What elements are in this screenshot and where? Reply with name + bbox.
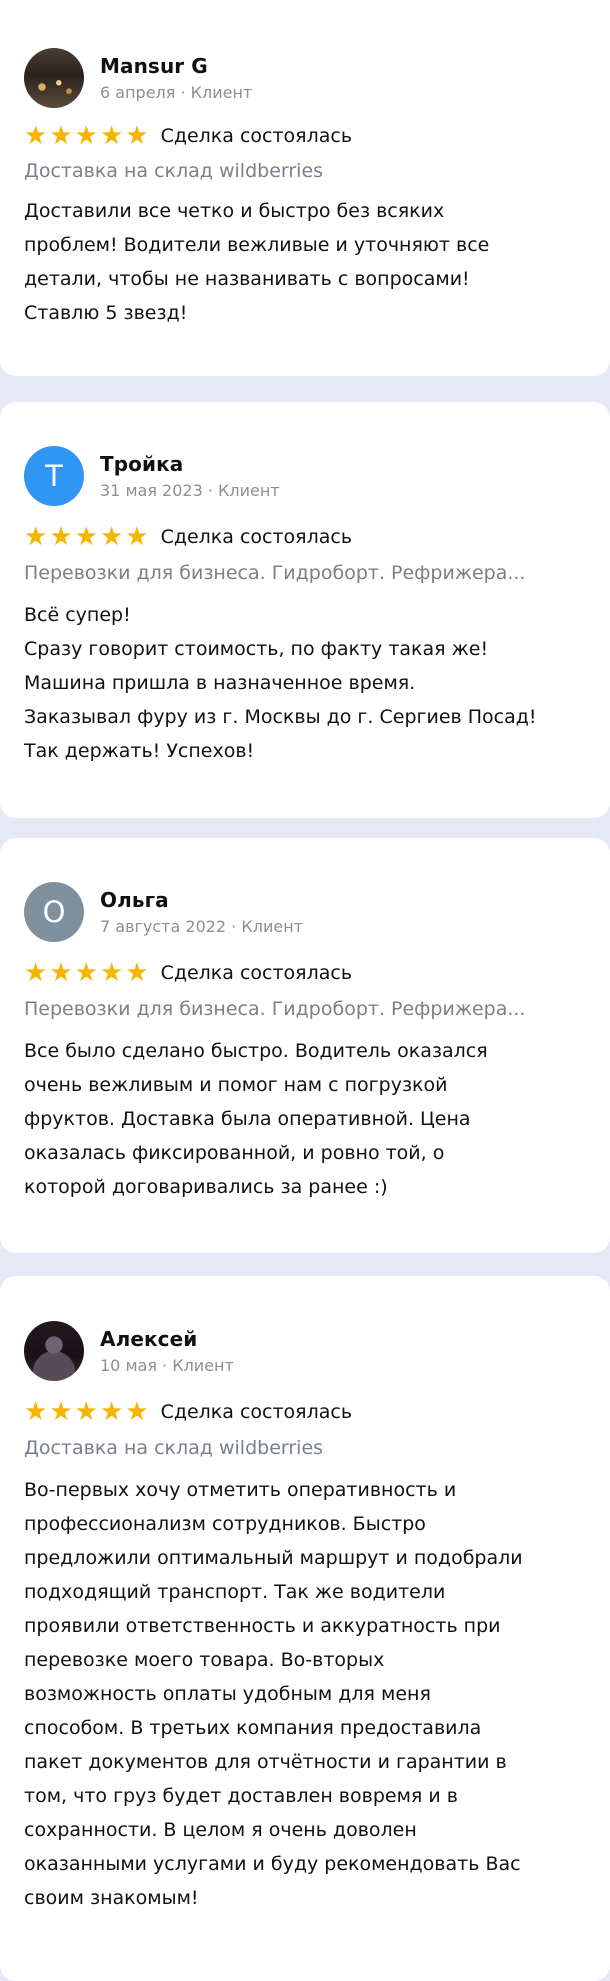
review-header: Алексей 10 мая · Клиент bbox=[24, 1321, 234, 1381]
author-meta: Алексей 10 мая · Клиент bbox=[100, 1327, 234, 1375]
review-header: Т Тройка 31 мая 2023 · Клиент bbox=[24, 446, 280, 506]
star-icon: ★ bbox=[49, 958, 73, 988]
review-date: 31 мая 2023 · Клиент bbox=[100, 481, 280, 500]
star-rating: ★ ★ ★ ★ ★ bbox=[24, 960, 149, 986]
author-meta: Тройка 31 мая 2023 · Клиент bbox=[100, 452, 280, 500]
review-date: 6 апреля · Клиент bbox=[100, 83, 253, 102]
review-header: Mansur G 6 апреля · Клиент bbox=[24, 48, 252, 108]
star-icon: ★ bbox=[125, 121, 149, 151]
review-card: Алексей 10 мая · Клиент ★ ★ ★ ★ ★ Сделка… bbox=[0, 1276, 610, 1981]
review-date: 7 августа 2022 · Клиент bbox=[100, 917, 303, 936]
author-meta: Mansur G 6 апреля · Клиент bbox=[100, 54, 252, 102]
star-icon: ★ bbox=[24, 121, 48, 151]
rating-row: ★ ★ ★ ★ ★ Сделка состоялась bbox=[24, 960, 352, 986]
service-name: Доставка на склад wildberries bbox=[24, 1437, 324, 1459]
author-name[interactable]: Mansur G bbox=[100, 54, 252, 78]
avatar-initial: О bbox=[42, 894, 66, 929]
avatar-initial: Т bbox=[45, 458, 63, 493]
star-icon: ★ bbox=[49, 1397, 73, 1427]
reviews-feed: Mansur G 6 апреля · Клиент ★ ★ ★ ★ ★ Сде… bbox=[0, 0, 610, 1981]
star-icon: ★ bbox=[49, 522, 73, 552]
star-icon: ★ bbox=[125, 1397, 149, 1427]
star-icon: ★ bbox=[99, 958, 124, 988]
review-text: Все было сделано быстро. Водитель оказал… bbox=[24, 1040, 488, 1198]
deal-status: Сделка состоялась bbox=[160, 962, 353, 984]
review-card: Т Тройка 31 мая 2023 · Клиент ★ ★ ★ ★ ★ … bbox=[0, 402, 610, 818]
star-icon: ★ bbox=[74, 121, 98, 151]
service-name: Доставка на склад wildberries bbox=[24, 160, 324, 182]
author-meta: Ольга 7 августа 2022 · Клиент bbox=[100, 888, 303, 936]
star-icon: ★ bbox=[74, 958, 98, 988]
author-name[interactable]: Ольга bbox=[100, 888, 303, 912]
star-rating: ★ ★ ★ ★ ★ bbox=[24, 524, 149, 550]
author-name[interactable]: Алексей bbox=[100, 1327, 234, 1351]
star-icon: ★ bbox=[74, 1397, 98, 1427]
review-card: О Ольга 7 августа 2022 · Клиент ★ ★ ★ ★ … bbox=[0, 838, 610, 1253]
deal-status: Сделка состоялась bbox=[160, 125, 353, 147]
star-icon: ★ bbox=[24, 958, 48, 988]
deal-status: Сделка состоялась bbox=[160, 526, 353, 548]
rating-row: ★ ★ ★ ★ ★ Сделка состоялась bbox=[24, 1399, 352, 1425]
star-icon: ★ bbox=[99, 522, 124, 552]
deal-status: Сделка состоялась bbox=[160, 1401, 353, 1423]
star-rating: ★ ★ ★ ★ ★ bbox=[24, 1399, 149, 1425]
avatar[interactable]: Т bbox=[24, 446, 84, 506]
review-text: Во-первых хочу отметить оперативность и … bbox=[24, 1479, 523, 1909]
rating-row: ★ ★ ★ ★ ★ Сделка состоялась bbox=[24, 123, 352, 149]
rating-row: ★ ★ ★ ★ ★ Сделка состоялась bbox=[24, 524, 352, 550]
review-text: Всё супер! Сразу говорит стоимость, по ф… bbox=[24, 604, 537, 762]
author-name[interactable]: Тройка bbox=[100, 452, 280, 476]
star-icon: ★ bbox=[74, 522, 98, 552]
star-icon: ★ bbox=[125, 522, 149, 552]
star-icon: ★ bbox=[99, 1397, 124, 1427]
avatar[interactable] bbox=[24, 48, 84, 108]
service-name: Перевозки для бизнеса. Гидроборт. Рефриж… bbox=[24, 562, 526, 584]
star-rating: ★ ★ ★ ★ ★ bbox=[24, 123, 149, 149]
review-card: Mansur G 6 апреля · Клиент ★ ★ ★ ★ ★ Сде… bbox=[0, 0, 610, 376]
star-icon: ★ bbox=[99, 121, 124, 151]
review-date: 10 мая · Клиент bbox=[100, 1356, 234, 1375]
avatar[interactable] bbox=[24, 1321, 84, 1381]
avatar[interactable]: О bbox=[24, 882, 84, 942]
service-name: Перевозки для бизнеса. Гидроборт. Рефриж… bbox=[24, 998, 526, 1020]
star-icon: ★ bbox=[24, 1397, 48, 1427]
review-header: О Ольга 7 августа 2022 · Клиент bbox=[24, 882, 303, 942]
star-icon: ★ bbox=[24, 522, 48, 552]
review-text: Доставили все четко и быстро без всяких … bbox=[24, 200, 490, 324]
star-icon: ★ bbox=[125, 958, 149, 988]
star-icon: ★ bbox=[49, 121, 73, 151]
